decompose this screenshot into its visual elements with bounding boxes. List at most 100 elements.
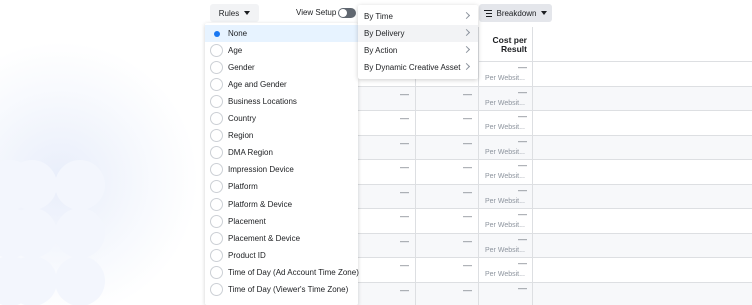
breakdown-option[interactable]: Time of Day (Ad Account Time Zone): [205, 264, 359, 281]
table-cell-value: —: [400, 186, 409, 197]
radio-icon[interactable]: [210, 214, 223, 228]
breakdown-option[interactable]: Age: [205, 42, 358, 59]
table-row[interactable]: — — — Per Websit...: [358, 160, 752, 185]
table-row[interactable]: — — — Per Websit...: [358, 184, 752, 209]
table-cell-value: —: [518, 258, 527, 268]
view-setup-toggle[interactable]: [338, 8, 356, 18]
breakdown-option-label: Country: [228, 114, 257, 124]
table-cell-value: —: [463, 113, 472, 123]
breakdown-option[interactable]: Business Locations: [205, 93, 358, 110]
breakdown-submenu: By Time By Delivery By Action By Dynamic Cr…: [358, 5, 478, 79]
table-cell-subtext: Per Websit...: [485, 148, 525, 156]
radio-icon[interactable]: [210, 112, 223, 126]
decorative-circle: [55, 160, 105, 210]
breakdown-option[interactable]: Region: [205, 127, 358, 144]
table-row[interactable]: — — — Per Websit...: [358, 135, 752, 160]
breakdown-option-label: DMA Region: [228, 148, 273, 158]
column-header-line: Result: [501, 44, 527, 54]
table-cell-value: —: [400, 284, 409, 295]
radio-icon[interactable]: [210, 248, 223, 262]
table-cell-subtext: Per Websit...: [485, 99, 525, 107]
submenu-item[interactable]: By Action: [358, 42, 478, 59]
breakdown-option[interactable]: Placement: [205, 213, 358, 230]
breakdown-dropdown: None Age Gender Age and Gender Business Loca…: [205, 23, 359, 305]
radio-icon[interactable]: [210, 282, 223, 296]
table-cell-value: —: [400, 88, 409, 99]
radio-icon[interactable]: [210, 78, 223, 92]
breakdown-option[interactable]: Gender: [205, 59, 358, 76]
breakdown-option[interactable]: Placement & Device: [205, 230, 358, 247]
table-cell-value: —: [463, 162, 472, 172]
decorative-circle: [55, 208, 105, 258]
table-cell-value: —: [463, 186, 472, 197]
table-cell-value: —: [518, 233, 527, 244]
table-row[interactable]: — — — Per Websit...: [358, 233, 752, 258]
breakdown-option-label: Impression Device: [228, 165, 294, 175]
table-cell-value: —: [518, 184, 527, 195]
table-cell-value: —: [400, 211, 409, 221]
table-cell-subtext: Per Websit...: [485, 197, 525, 205]
breakdown-option-label: Placement: [228, 216, 266, 226]
table-row[interactable]: — — — Per Websit...: [358, 111, 752, 136]
breakdown-option[interactable]: Age and Gender: [205, 76, 358, 93]
table-cell-value: —: [463, 235, 472, 246]
table-cell-subtext: Per Websit...: [485, 246, 525, 254]
table-row[interactable]: — — — Per Websit...: [358, 86, 752, 111]
breakdown-button-label: Breakdown: [496, 8, 537, 18]
table-cell-value: —: [518, 86, 527, 97]
radio-icon[interactable]: [210, 44, 223, 58]
table-cell-value: —: [463, 137, 472, 148]
radio-icon[interactable]: [210, 231, 223, 245]
breakdown-option[interactable]: DMA Region: [205, 144, 358, 161]
table-cell-value: —: [400, 113, 409, 123]
table-cell-value: —: [463, 260, 472, 270]
chevron-right-icon: [462, 45, 471, 54]
radio-selected-icon[interactable]: [210, 27, 223, 40]
breakdown-option-label: Time of Day (Viewer's Time Zone): [228, 284, 349, 294]
submenu-item[interactable]: By Dynamic Creative Asset: [358, 59, 478, 76]
submenu-item[interactable]: By Delivery: [358, 25, 478, 42]
breakdown-option[interactable]: Time of Day (Viewer's Time Zone): [205, 281, 358, 298]
breakdown-icon: [484, 9, 493, 17]
table-cell-value: —: [463, 284, 472, 295]
breakdown-button[interactable]: Breakdown: [479, 4, 552, 22]
breakdown-option[interactable]: Platform: [205, 178, 358, 195]
table-row[interactable]: — — — Per Websit...: [358, 209, 752, 234]
radio-icon[interactable]: [210, 146, 223, 160]
submenu-item-label: By Dynamic Creative Asset: [364, 63, 461, 72]
submenu-item[interactable]: By Time: [358, 8, 478, 25]
radio-icon[interactable]: [210, 180, 223, 194]
breakdown-option[interactable]: Platform & Device: [205, 196, 358, 213]
table-row[interactable]: — — —: [358, 282, 752, 305]
table-cell-value: —: [518, 282, 527, 293]
submenu-item-label: By Delivery: [364, 29, 405, 38]
table-cell-subtext: Per Websit...: [485, 124, 525, 131]
table-row[interactable]: — — — Per Websit...: [358, 258, 752, 283]
table-cell-value: —: [400, 235, 409, 246]
breakdown-option[interactable]: Impression Device: [205, 161, 358, 178]
breakdown-option-label: Age: [228, 46, 243, 56]
radio-icon[interactable]: [210, 129, 223, 143]
breakdown-option[interactable]: None: [205, 25, 358, 42]
table-cell-subtext: Per Websit...: [485, 173, 525, 180]
table-cell-value: —: [518, 135, 527, 146]
table-cell-value: —: [463, 88, 472, 99]
chevron-right-icon: [462, 62, 471, 71]
radio-icon[interactable]: [210, 61, 223, 75]
decorative-circle: [7, 160, 57, 210]
radio-icon[interactable]: [210, 265, 223, 279]
caret-down-icon: [244, 11, 251, 15]
radio-icon[interactable]: [210, 163, 223, 177]
radio-icon[interactable]: [210, 197, 223, 211]
rules-button[interactable]: Rules: [210, 4, 259, 22]
breakdown-option[interactable]: Product ID: [205, 247, 358, 264]
table-cell-value: —: [518, 111, 527, 121]
breakdown-option-label: Placement & Device: [228, 233, 301, 243]
column-divider: [478, 27, 479, 305]
breakdown-option[interactable]: Country: [205, 110, 358, 127]
column-header-cost-per-result[interactable]: Cost per Result: [479, 36, 527, 54]
decorative-circle: [7, 256, 57, 305]
rules-button-label: Rules: [218, 8, 240, 18]
table-cell-value: —: [518, 209, 527, 219]
radio-icon[interactable]: [210, 95, 223, 109]
